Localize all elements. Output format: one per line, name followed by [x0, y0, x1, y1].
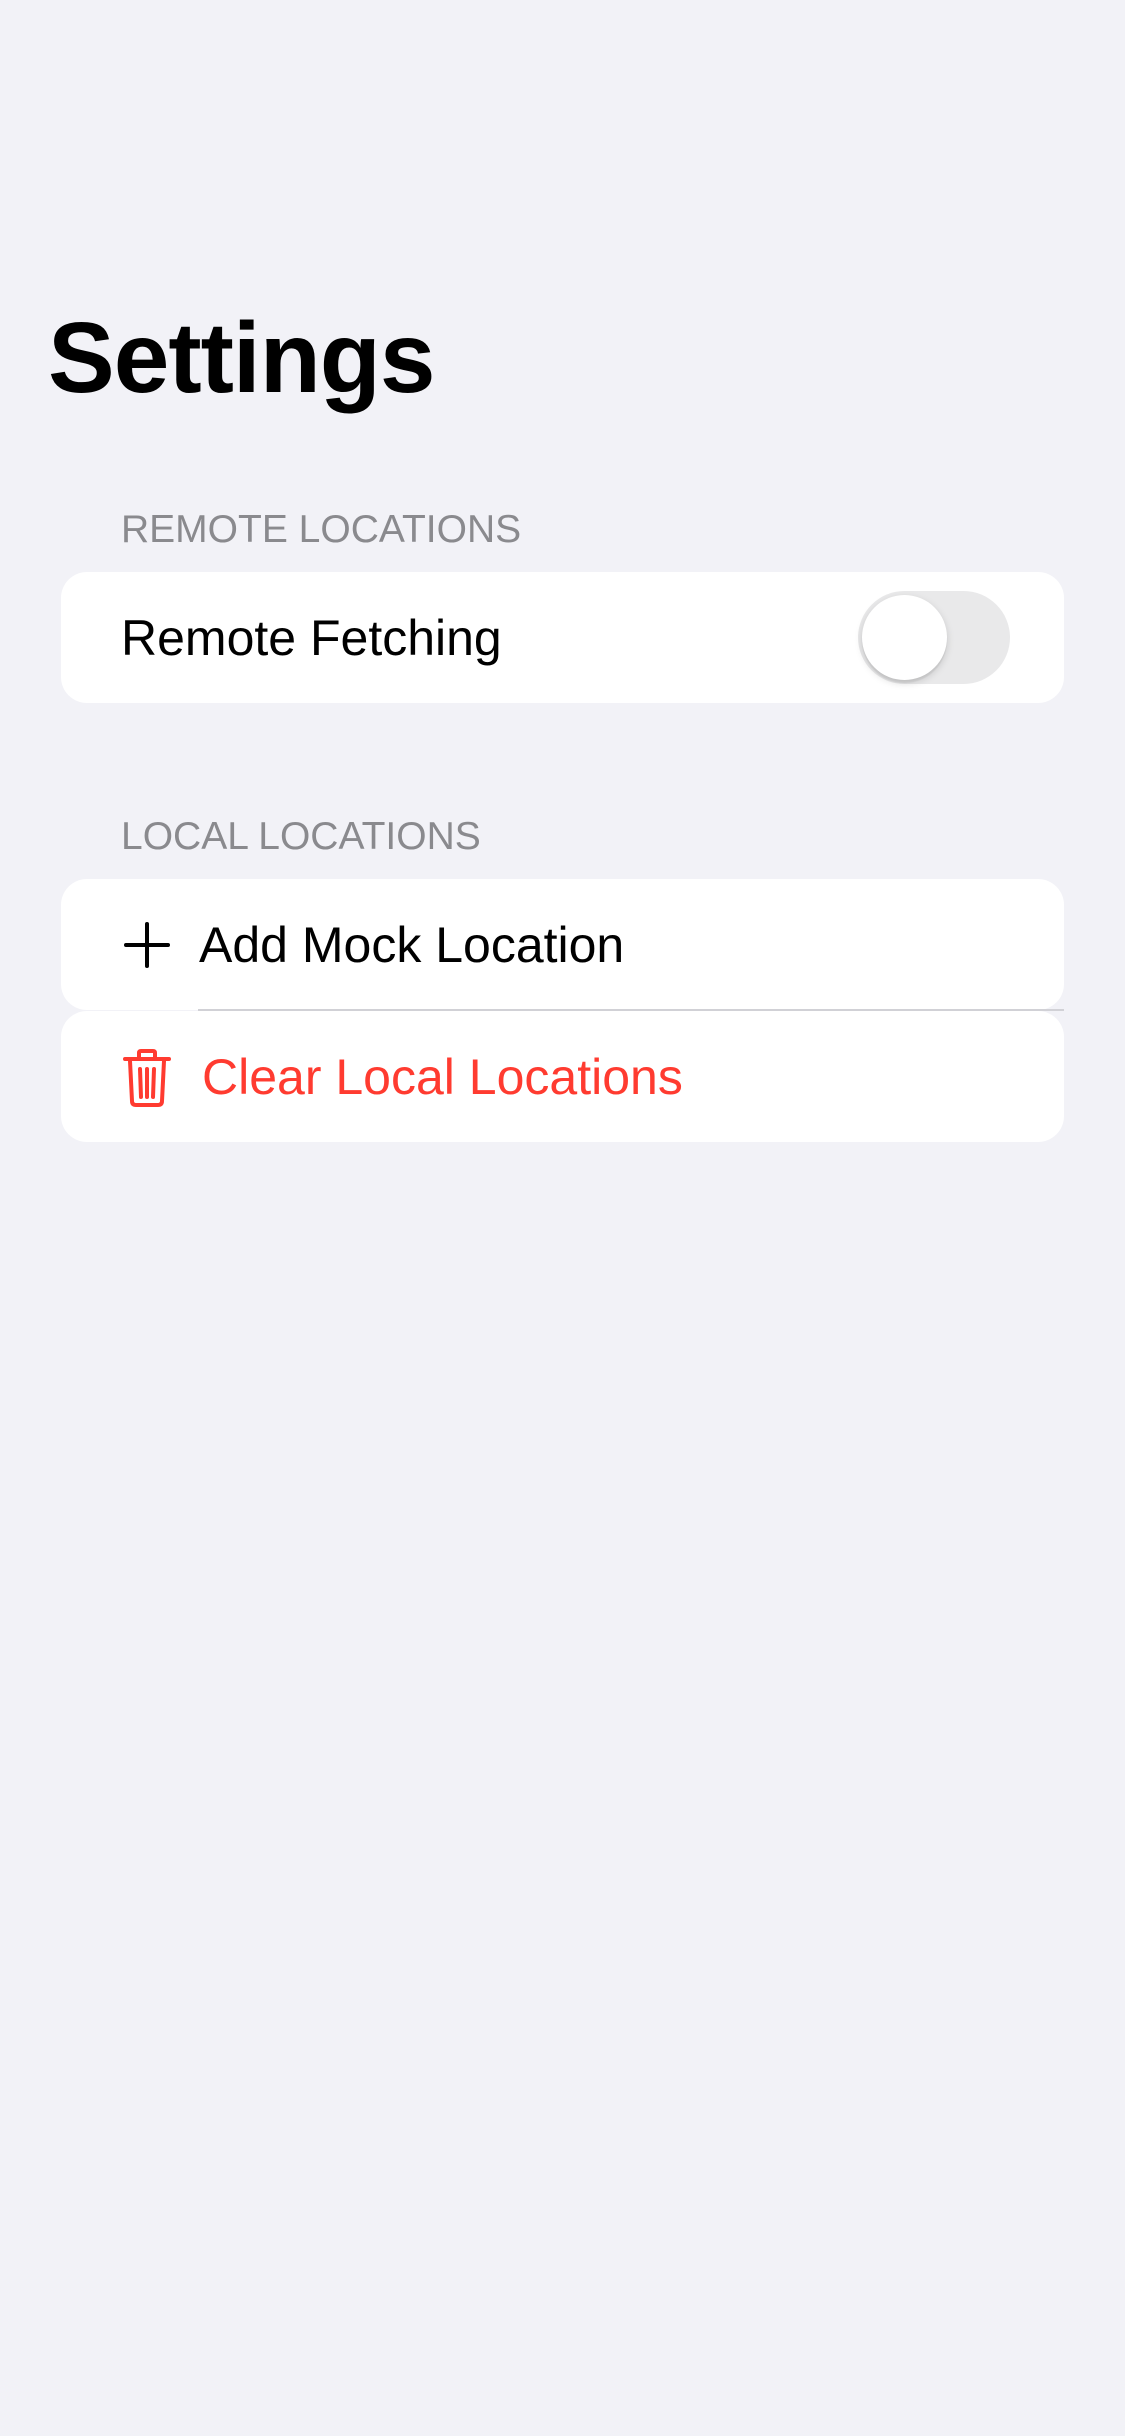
remote-fetching-toggle[interactable]: [858, 591, 1010, 684]
plus-icon: [124, 922, 170, 968]
section-header-local-locations: LOCAL LOCATIONS: [121, 815, 481, 858]
toggle-knob: [862, 595, 947, 680]
clear-local-locations-label: Clear Local Locations: [202, 1049, 683, 1105]
page-title: Settings: [48, 302, 435, 414]
section-header-remote-locations: REMOTE LOCATIONS: [121, 508, 522, 551]
remote-fetching-label: Remote Fetching: [121, 610, 502, 666]
row-divider: [198, 1009, 1064, 1011]
add-mock-location-label: Add Mock Location: [199, 917, 625, 973]
trash-icon: [123, 1049, 171, 1107]
